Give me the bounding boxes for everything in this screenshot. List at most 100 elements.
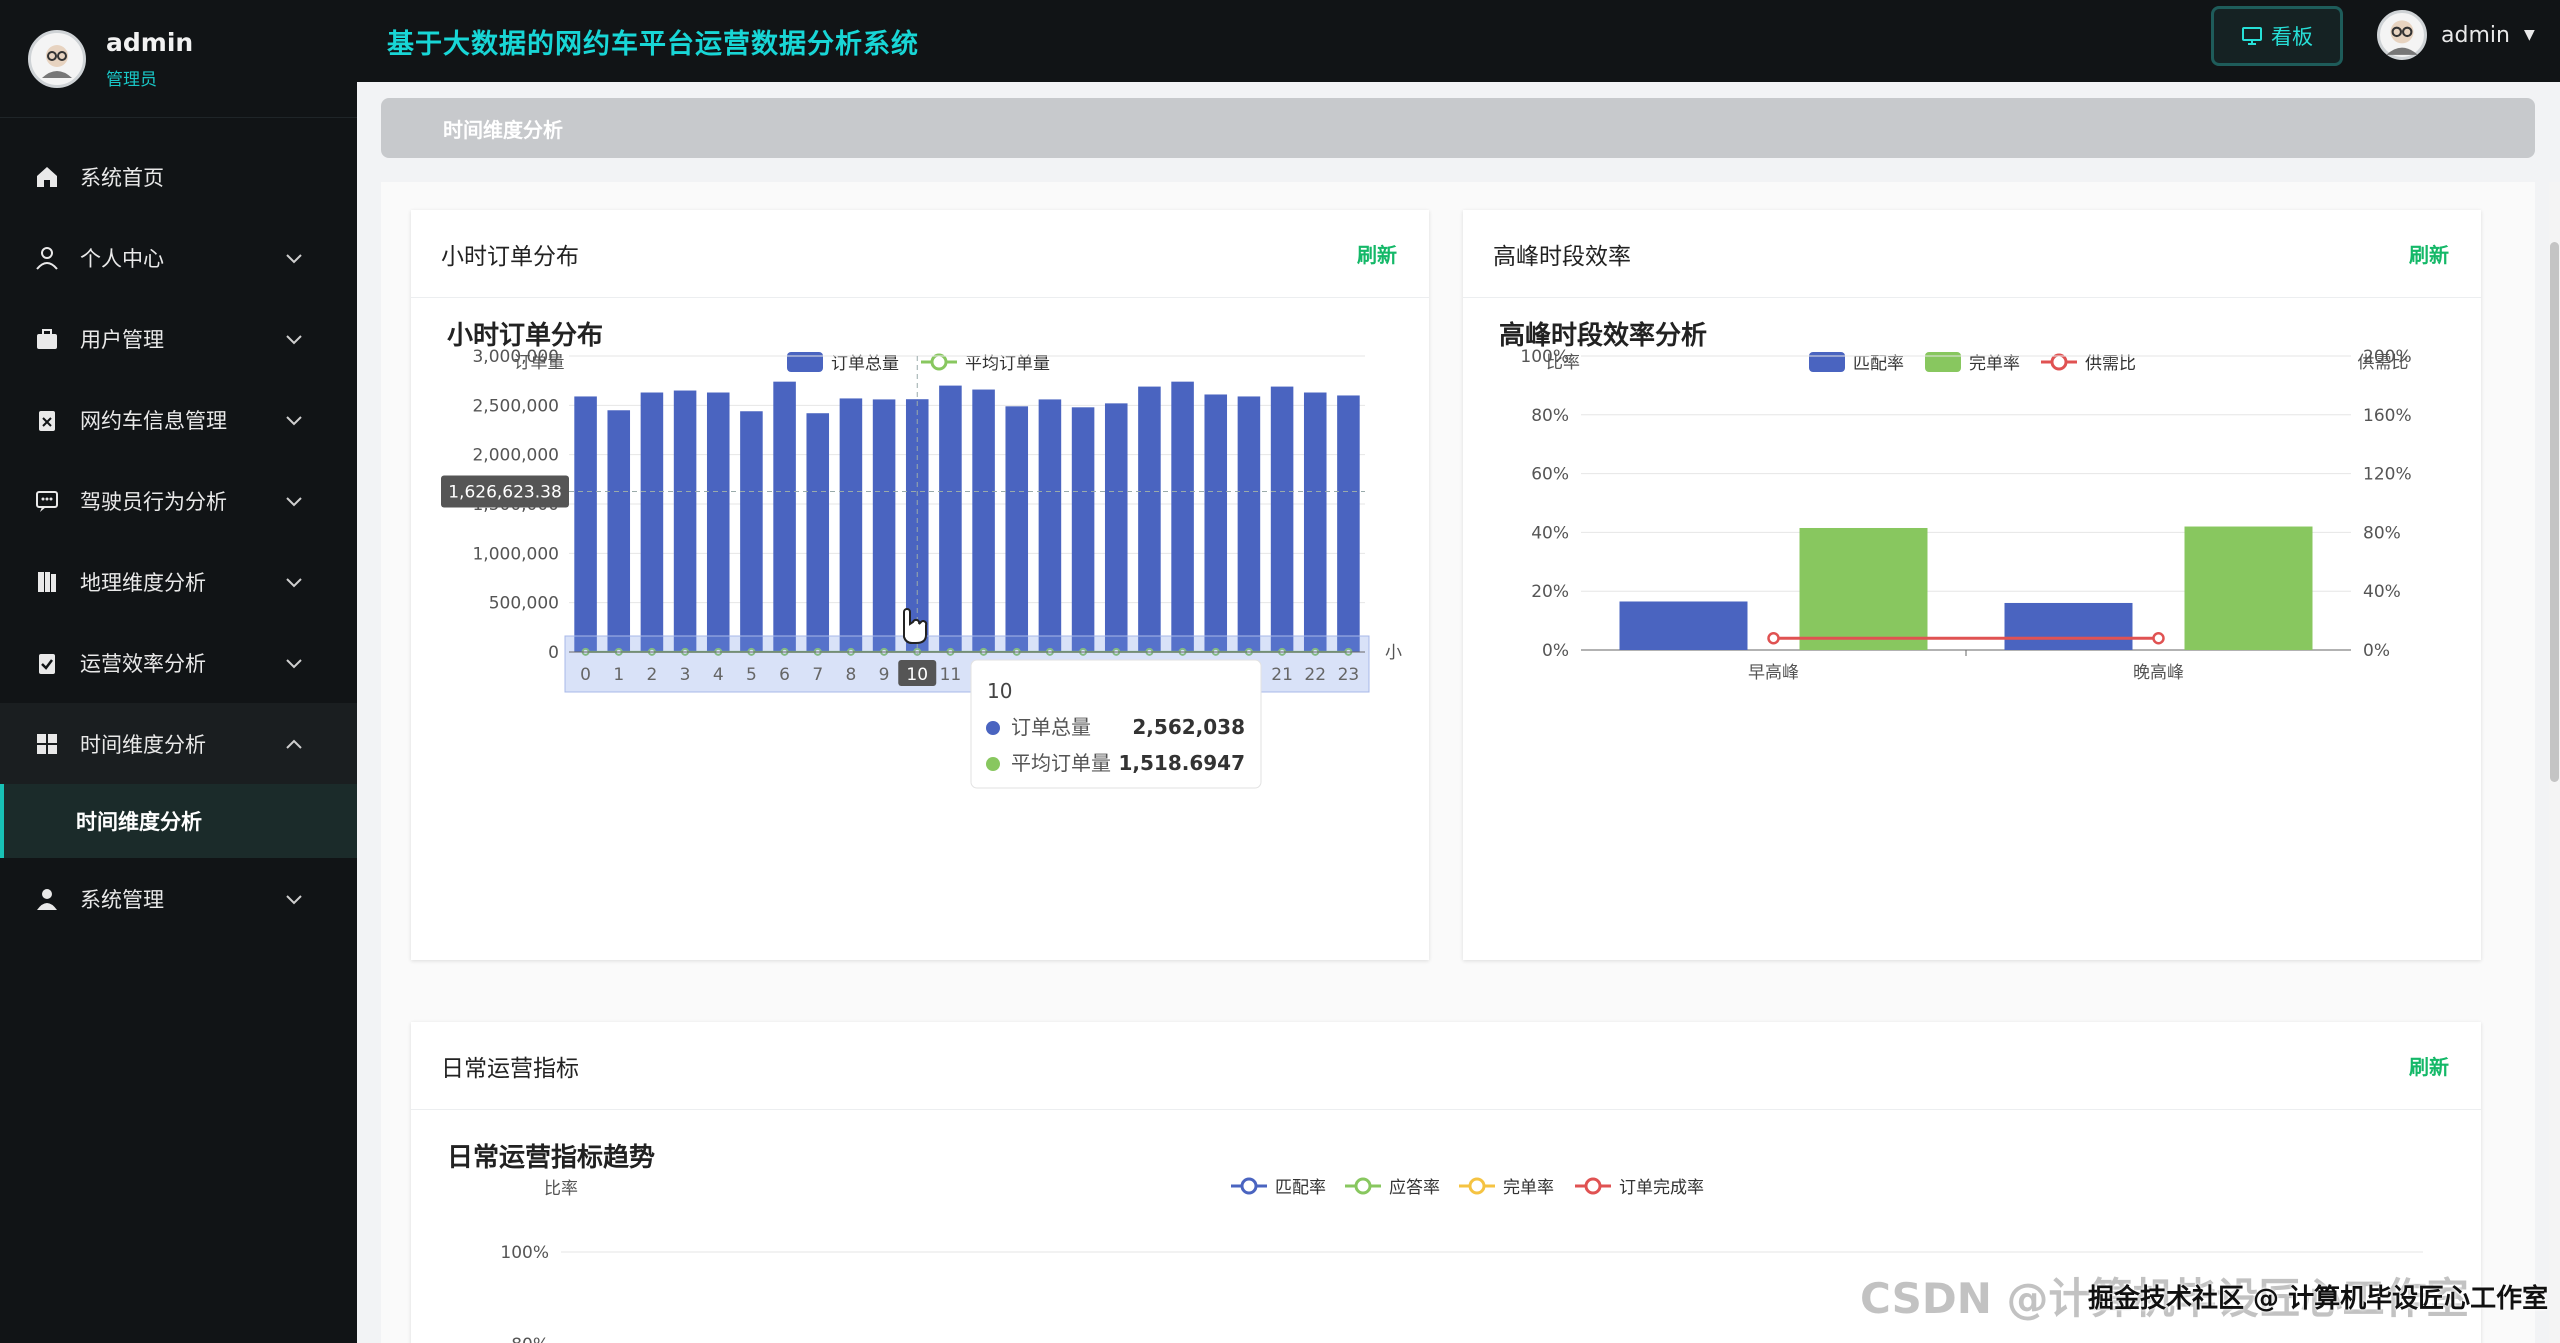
tooltip-title: 10 — [987, 679, 1012, 703]
sidebar-item-label: 用户管理 — [80, 327, 164, 352]
sidebar-item-3[interactable]: 网约车信息管理 — [0, 379, 357, 460]
bar-total-21 — [1270, 386, 1294, 652]
kanban-button[interactable]: 看板 — [2211, 6, 2343, 66]
y-axis-label: 比率 — [544, 1179, 578, 1199]
bar-total-2 — [640, 392, 664, 652]
caret-down-icon: ▼ — [2523, 27, 2535, 43]
bar-total-0 — [574, 396, 597, 652]
peak-efficiency-chart[interactable]: 高峰时段效率分析比率 供需比匹配率 完单率 供需比0% 0%20% 40%40% 80%60… — [1463, 298, 2481, 960]
sidebar-item-label: 时间维度分析 — [80, 732, 206, 757]
bar-total-16 — [1104, 403, 1128, 652]
bar-total-1 — [607, 410, 631, 652]
chevron-down-icon — [286, 658, 302, 668]
refresh-button[interactable]: 刷新 — [2409, 1051, 2449, 1080]
book-icon — [34, 569, 60, 595]
legend-daily-2-swatch-dot — [1468, 1177, 1486, 1195]
y-tick-left-label: 40% — [1531, 523, 1569, 543]
chevron-down-icon — [286, 334, 302, 344]
clipboard-check-icon — [34, 650, 60, 676]
x-tick-label: 0 — [580, 665, 591, 685]
y-tick-right-label: 160% — [2363, 406, 2412, 426]
bar-total-6 — [773, 381, 796, 652]
chevron-down-icon — [286, 577, 302, 587]
sidebar-menu: 系统首页 个人中心用户管理网约车信息管理驾驶员行为分析 地理维度分析 运营效率分析时间… — [0, 136, 357, 939]
y-tick-right-label: 80% — [2363, 523, 2401, 543]
y-tick-left-label: 80% — [1531, 406, 1569, 426]
user-icon — [34, 245, 60, 271]
top-user-name: admin — [2441, 22, 2510, 48]
home-icon — [34, 164, 60, 190]
legend-avg-swatch-dot — [930, 353, 948, 371]
x-tick-label: 1 — [613, 665, 624, 685]
bar-total-5 — [740, 411, 763, 652]
tooltip-row-label: 平均订单量 — [1011, 751, 1111, 775]
sidebar-item-6[interactable]: 运营效率分析 — [0, 622, 357, 703]
sidebar-item-8[interactable]: 系统管理 — [0, 858, 357, 939]
legend-daily-1-label: 应答率 — [1389, 1178, 1440, 1198]
x-tick-label: 11 — [940, 665, 962, 685]
hourly-order-card: 小时订单分布 刷新 小时订单分布 订单量 订单总量 平均订单量 0 500,000 1,00… — [411, 210, 1429, 960]
tooltip-dot — [986, 721, 1000, 735]
sidebar-item-0[interactable]: 系统首页 — [0, 136, 357, 217]
bar-complete-1 — [2184, 526, 2313, 650]
app-title: 基于大数据的网约车平台运营数据分析系统 — [387, 28, 919, 60]
y-tick-left-label: 100% — [1520, 347, 1569, 367]
submenu-item-active[interactable]: 时间维度分析 — [0, 784, 357, 858]
avatar — [2377, 10, 2427, 60]
monitor-icon — [2242, 27, 2262, 45]
legend-supply-swatch-dot — [2050, 353, 2068, 371]
avatar — [28, 29, 86, 88]
tooltip-row-label: 订单总量 — [1011, 715, 1091, 739]
bar-total-7 — [806, 413, 830, 652]
legend-supply-label: 供需比 — [2085, 354, 2136, 374]
legend-daily-2-label: 完单率 — [1503, 1178, 1554, 1198]
bar-total-13 — [1005, 406, 1029, 652]
refresh-button[interactable]: 刷新 — [1357, 239, 1397, 268]
refresh-button[interactable]: 刷新 — [2409, 239, 2449, 268]
y-tick-label: 2,500,000 — [472, 396, 559, 416]
breadcrumb: 时间维度分析 — [381, 98, 2535, 158]
top-user-menu[interactable]: admin ▼ — [2377, 10, 2535, 60]
bar-match-0 — [1619, 601, 1748, 650]
topbar: 基于大数据的网约车平台运营数据分析系统 看板 admin ▼ — [357, 0, 2560, 82]
y-tick-right-label: 0% — [2363, 641, 2390, 661]
bar-complete-0 — [1799, 527, 1928, 650]
x-tick-label: 2 — [647, 665, 658, 685]
point-supply-1 — [2152, 631, 2165, 645]
legend-daily-0-swatch-dot — [1240, 1177, 1258, 1195]
sidebar-item-4[interactable]: 驾驶员行为分析 — [0, 460, 357, 541]
sidebar-item-7[interactable]: 时间维度分析 — [0, 703, 357, 784]
tooltip-row-value: 1,518.6947 — [1118, 751, 1245, 775]
y-tick-label: 100% — [500, 1243, 549, 1263]
y-tick-right-label: 120% — [2363, 465, 2412, 485]
sidebar-item-2[interactable]: 用户管理 — [0, 298, 357, 379]
sidebar-item-label: 网约车信息管理 — [80, 408, 227, 433]
card-title: 日常运营指标 — [441, 1055, 579, 1082]
legend-complete-label: 完单率 — [1969, 354, 2020, 374]
y-tick-left-label: 60% — [1531, 465, 1569, 485]
hourly-order-chart[interactable]: 小时订单分布订单量订单总量平均订单量0500,0001,000,0001,500… — [411, 298, 1429, 960]
chart-title: 日常运营指标趋势 — [447, 1143, 655, 1173]
sidebar-user[interactable]: admin 管理员 — [0, 0, 357, 118]
bar-total-14 — [1038, 399, 1062, 652]
sidebar: admin 管理员 系统首页 个人中心用户管理网约车信息管理驾驶员行为分析 地理维度… — [0, 0, 357, 1343]
x-tick-label: 7 — [812, 665, 823, 685]
y-tick-left-label: 20% — [1531, 582, 1569, 602]
x-tick-label: 5 — [746, 665, 757, 685]
bar-total-20 — [1237, 396, 1261, 652]
x-tick-label: 8 — [846, 665, 857, 685]
legend-daily-0-label: 匹配率 — [1275, 1178, 1326, 1198]
scrollbar-thumb[interactable] — [2550, 242, 2559, 782]
sidebar-item-1[interactable]: 个人中心 — [0, 217, 357, 298]
point-supply-0 — [1767, 631, 1780, 645]
main-content: 时间维度分析 小时订单分布 刷新 小时订单分布 订单量 订单总量 平均订单量 0 500,… — [357, 82, 2560, 1343]
legend-match-swatch — [1809, 352, 1845, 372]
legend-match-label: 匹配率 — [1853, 354, 1904, 374]
y-tick-label: 2,000,000 — [472, 446, 559, 466]
legend-daily-3-label: 订单完成率 — [1619, 1178, 1704, 1198]
sidebar-item-5[interactable]: 地理维度分析 — [0, 541, 357, 622]
kanban-label: 看板 — [2271, 25, 2313, 49]
chevron-down-icon — [286, 415, 302, 425]
y-tick-label: 0 — [548, 643, 559, 663]
bar-total-23 — [1337, 395, 1360, 652]
